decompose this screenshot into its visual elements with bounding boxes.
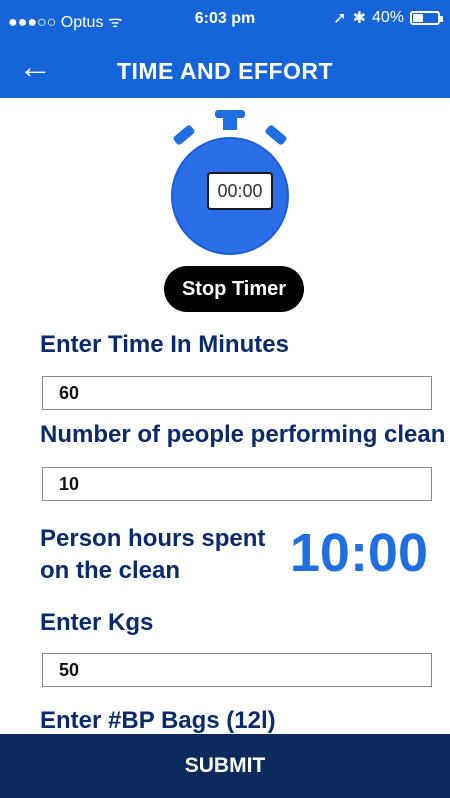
status-bar: ●●●○○ Optus ᯤ 6:03 pm ➚ ✱ 40% bbox=[0, 0, 450, 36]
battery-percent: 40% bbox=[371, 9, 404, 26]
people-field[interactable] bbox=[42, 467, 432, 501]
kgs-input[interactable] bbox=[43, 654, 431, 686]
location-icon: ➚ bbox=[333, 10, 347, 27]
top-bar: ●●●○○ Optus ᯤ 6:03 pm ➚ ✱ 40% ← TIME AND… bbox=[0, 0, 450, 98]
bags-label: Enter #BP Bags (12l) bbox=[40, 707, 276, 734]
kgs-field[interactable] bbox=[42, 653, 432, 687]
hours-label-line2: on the clean bbox=[40, 557, 181, 584]
status-right: ➚ ✱ 40% bbox=[333, 8, 443, 28]
kgs-label: Enter Kgs bbox=[40, 609, 154, 636]
time-field[interactable] bbox=[42, 376, 432, 410]
people-label: Number of people performing clean bbox=[40, 421, 446, 448]
page-title: TIME AND EFFORT bbox=[116, 58, 334, 84]
time-label: Enter Time In Minutes bbox=[40, 331, 289, 358]
bluetooth-icon: ✱ bbox=[352, 10, 366, 27]
time-input[interactable] bbox=[43, 377, 431, 409]
hours-label-line1: Person hours spent bbox=[40, 525, 266, 552]
battery-icon bbox=[410, 11, 443, 25]
stop-timer-button[interactable]: Stop Timer bbox=[164, 266, 304, 312]
person-hours-value: 10:00 bbox=[289, 523, 428, 583]
submit-button[interactable]: SUBMIT bbox=[0, 734, 450, 798]
people-input[interactable] bbox=[43, 468, 431, 500]
timer-display: 00:00 bbox=[207, 172, 273, 210]
nav-bar: ← TIME AND EFFORT bbox=[0, 44, 450, 98]
hours-label: Person hours spent on the clean bbox=[40, 526, 265, 584]
